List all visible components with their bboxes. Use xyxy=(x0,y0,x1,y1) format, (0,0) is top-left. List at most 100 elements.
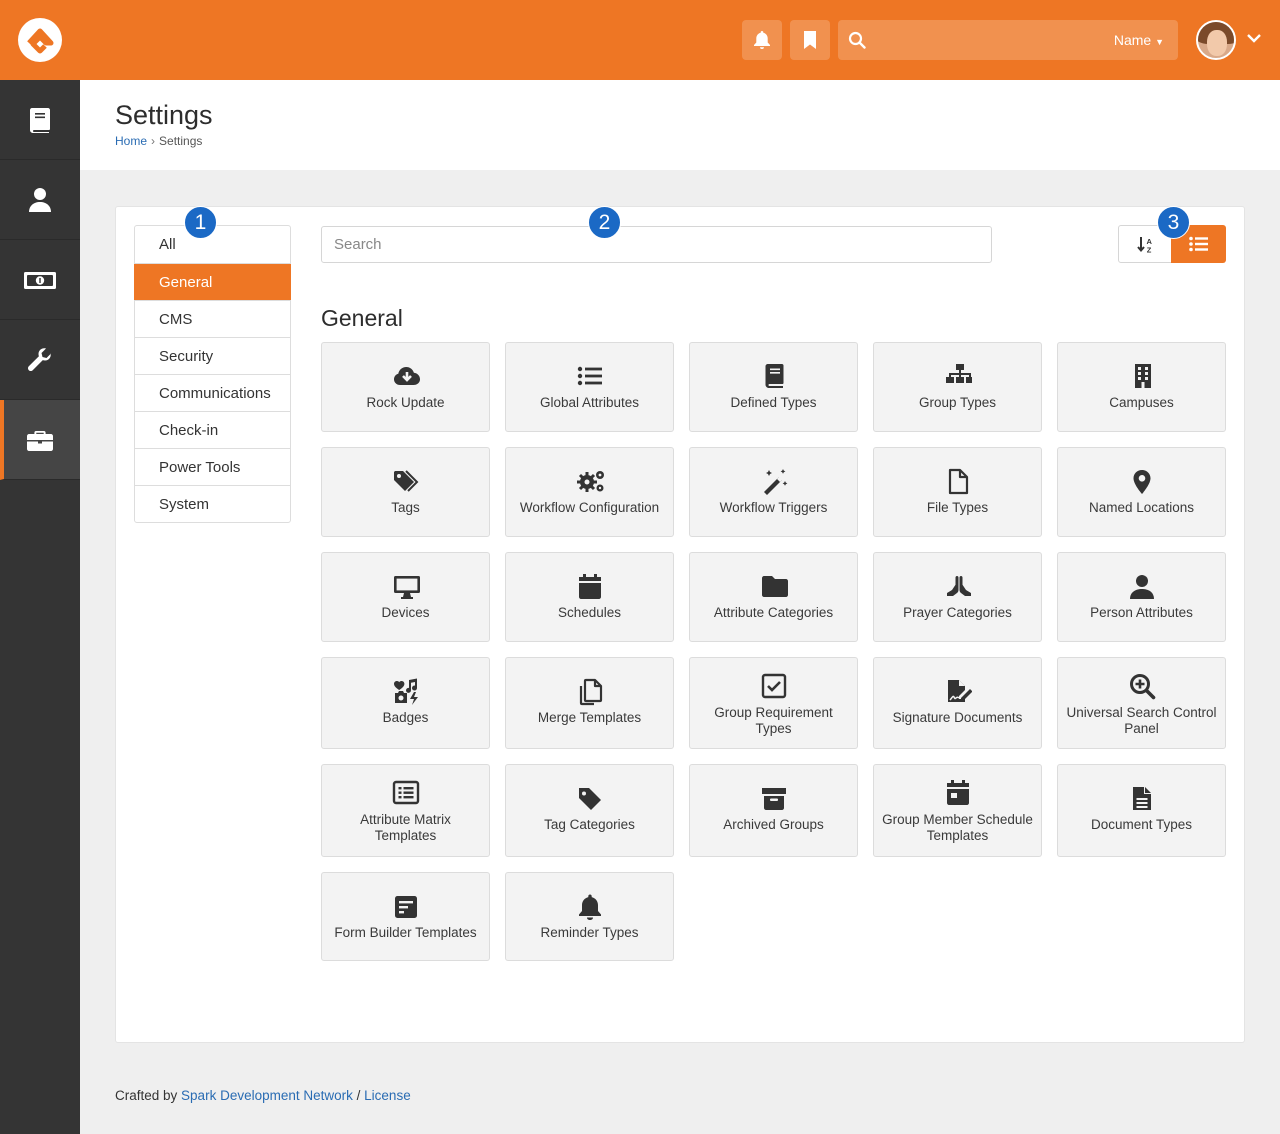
tile-label: Attribute Matrix Templates xyxy=(360,812,451,843)
category-item[interactable]: Communications xyxy=(135,374,290,411)
bell-icon xyxy=(754,31,770,49)
settings-tile[interactable]: Universal Search Control Panel xyxy=(1057,657,1226,749)
map-marker-icon xyxy=(1058,468,1225,494)
briefcase-icon xyxy=(27,431,53,451)
tile-label: File Types xyxy=(926,500,989,515)
callout-badge: 2 xyxy=(588,206,621,239)
archive-icon xyxy=(690,785,857,811)
tile-label: Badges xyxy=(382,710,429,725)
bookmark-icon xyxy=(804,31,816,49)
tile-label: Tags xyxy=(391,500,420,515)
nav-item-book[interactable] xyxy=(0,80,80,160)
caret-down-icon: ▼ xyxy=(1155,37,1164,47)
settings-tile[interactable]: Rock Update xyxy=(321,342,490,432)
breadcrumb-home-link[interactable]: Home xyxy=(115,134,147,148)
category-item[interactable]: Check-in xyxy=(135,411,290,448)
tile-label: Rock Update xyxy=(366,395,445,410)
settings-tile[interactable]: Document Types xyxy=(1057,764,1226,857)
chevron-right-icon: › xyxy=(151,134,156,148)
settings-tile[interactable]: Workflow Configuration xyxy=(505,447,674,537)
search-filter-label: Name xyxy=(1113,32,1152,48)
settings-tile[interactable]: Named Locations xyxy=(1057,447,1226,537)
nav-item-tools[interactable] xyxy=(0,320,80,400)
cogs-icon xyxy=(506,468,673,494)
settings-tile[interactable]: Badges xyxy=(321,657,490,749)
category-item[interactable]: Power Tools xyxy=(135,448,290,485)
settings-tile[interactable]: Defined Types xyxy=(689,342,858,432)
avatar[interactable] xyxy=(1196,20,1236,60)
tile-label: Campuses xyxy=(1109,395,1174,410)
settings-tile[interactable]: Global Attributes xyxy=(505,342,674,432)
settings-tile[interactable]: Merge Templates xyxy=(505,657,674,749)
settings-tile[interactable]: File Types xyxy=(873,447,1042,537)
tile-label: Universal Search Control Panel xyxy=(1066,705,1217,736)
search-icon xyxy=(848,31,866,49)
rock-logo-icon[interactable] xyxy=(18,18,62,62)
breadcrumb: Home › Settings xyxy=(115,134,202,148)
icons-icon xyxy=(322,678,489,705)
section-title: General xyxy=(321,305,403,331)
category-item[interactable]: General xyxy=(134,263,291,300)
form-icon xyxy=(322,893,489,919)
tile-label: Group Types xyxy=(918,395,997,410)
calendar-icon xyxy=(506,573,673,599)
settings-tile[interactable]: Tags xyxy=(321,447,490,537)
settings-tile[interactable]: Group Member Schedule Templates xyxy=(873,764,1042,857)
settings-tile[interactable]: Person Attributes xyxy=(1057,552,1226,642)
settings-tile[interactable]: Campuses xyxy=(1057,342,1226,432)
category-item[interactable]: System xyxy=(135,485,290,522)
footer-separator: / xyxy=(356,1088,361,1103)
file-icon xyxy=(874,468,1041,495)
file-alt-icon xyxy=(1058,785,1225,811)
category-item[interactable]: Security xyxy=(135,337,290,374)
settings-tile[interactable]: Archived Groups xyxy=(689,764,858,857)
settings-tile[interactable]: Prayer Categories xyxy=(873,552,1042,642)
nav-item-people[interactable] xyxy=(0,160,80,240)
nav-item-finance[interactable] xyxy=(0,240,80,320)
sitemap-icon xyxy=(874,363,1041,389)
settings-tile[interactable]: Group Requirement Types xyxy=(689,657,858,749)
tile-label: Workflow Configuration xyxy=(519,500,660,515)
tile-label: Merge Templates xyxy=(537,710,642,725)
tile-label: Document Types xyxy=(1090,817,1193,832)
settings-tile[interactable]: Group Types xyxy=(873,342,1042,432)
footer-license-link[interactable]: License xyxy=(364,1088,411,1103)
settings-tile[interactable]: Signature Documents xyxy=(873,657,1042,749)
breadcrumb-current: Settings xyxy=(159,134,203,148)
praying-hands-icon xyxy=(874,573,1041,599)
global-search-input[interactable]: Name ▼ xyxy=(838,20,1178,60)
tile-label: Workflow Triggers xyxy=(719,500,828,515)
settings-tile[interactable]: Tag Categories xyxy=(505,764,674,857)
file-signature-icon xyxy=(874,678,1041,704)
desktop-icon xyxy=(322,573,489,599)
tile-label: Schedules xyxy=(557,605,622,620)
settings-tile[interactable]: Workflow Triggers xyxy=(689,447,858,537)
calendar-alt-icon xyxy=(874,779,1041,805)
bell-icon xyxy=(506,893,673,920)
callout-badge: 1 xyxy=(184,206,217,239)
tile-label: Signature Documents xyxy=(892,710,1023,725)
notifications-button[interactable] xyxy=(742,20,782,60)
search-filter-dropdown[interactable]: Name ▼ xyxy=(1114,32,1164,48)
page-header: Settings Home › Settings xyxy=(80,80,1280,170)
settings-tile[interactable]: Attribute Categories xyxy=(689,552,858,642)
building-icon xyxy=(1058,363,1225,389)
settings-tile[interactable]: Form Builder Templates xyxy=(321,872,490,961)
settings-tile[interactable]: Reminder Types xyxy=(505,872,674,961)
chevron-down-icon[interactable] xyxy=(1246,32,1262,44)
tile-label: Attribute Categories xyxy=(713,605,834,620)
settings-tile[interactable]: Schedules xyxy=(505,552,674,642)
settings-tile[interactable]: Attribute Matrix Templates xyxy=(321,764,490,857)
bookmarks-button[interactable] xyxy=(790,20,830,60)
settings-search-input[interactable] xyxy=(321,226,992,263)
list-icon xyxy=(1189,236,1208,252)
settings-tile[interactable]: Devices xyxy=(321,552,490,642)
svg-text:Z: Z xyxy=(1147,246,1152,255)
footer-org-link[interactable]: Spark Development Network xyxy=(181,1088,353,1103)
wrench-icon xyxy=(27,348,51,372)
category-list: All General CMS Security Communications Check… xyxy=(134,225,291,523)
book-icon xyxy=(30,108,50,133)
book-icon xyxy=(690,363,857,389)
category-item[interactable]: CMS xyxy=(135,300,290,337)
nav-item-admin[interactable] xyxy=(0,400,80,480)
